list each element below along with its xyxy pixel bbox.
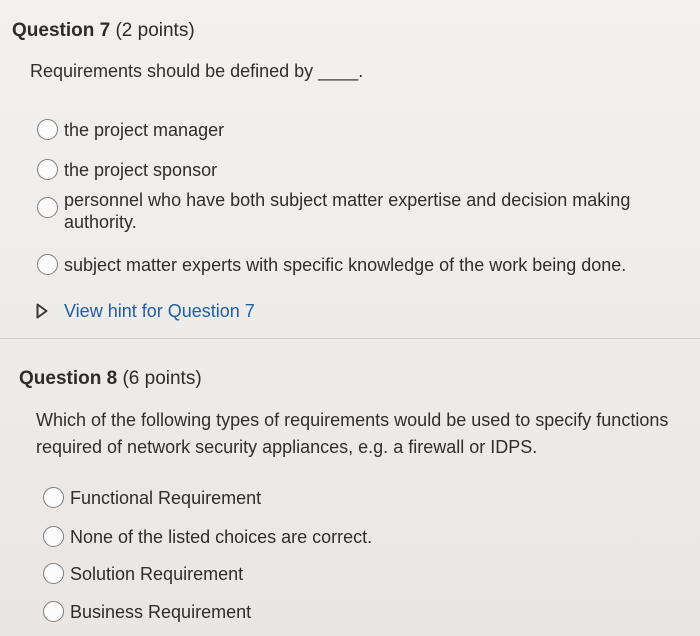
question-7-number: Question 7 bbox=[12, 20, 111, 41]
radio-circle-icon[interactable] bbox=[43, 487, 64, 508]
q8-option-4[interactable]: Business Requirement bbox=[43, 601, 251, 623]
q8-option-2[interactable]: None of the listed choices are correct. bbox=[43, 526, 372, 548]
question-8-title: Question 8 (6 points) bbox=[19, 368, 202, 390]
q7-option-4[interactable]: subject matter experts with specific kno… bbox=[37, 254, 626, 276]
q7-option-3-label: personnel who have both subject matter e… bbox=[64, 190, 631, 232]
q7-option-1[interactable]: the project manager bbox=[37, 119, 224, 141]
radio-circle-icon[interactable] bbox=[43, 563, 64, 584]
question-7-prompt: Requirements should be defined by ____. bbox=[30, 61, 364, 81]
q8-option-4-label: Business Requirement bbox=[70, 602, 252, 622]
q8-option-1[interactable]: Functional Requirement bbox=[43, 487, 261, 509]
radio-circle-icon[interactable] bbox=[37, 119, 58, 140]
question-8-prompt: Which of the following types of requirem… bbox=[36, 410, 669, 457]
radio-circle-icon[interactable] bbox=[43, 526, 64, 547]
q8-option-3[interactable]: Solution Requirement bbox=[43, 563, 243, 585]
question-8-number: Question 8 bbox=[19, 368, 118, 389]
radio-circle-icon[interactable] bbox=[37, 159, 58, 180]
q8-option-1-label: Functional Requirement bbox=[70, 488, 262, 508]
question-7-title: Question 7 (2 points) bbox=[12, 20, 195, 42]
play-triangle-outline-icon[interactable] bbox=[36, 303, 48, 319]
question-8-points: (6 points) bbox=[117, 368, 202, 389]
radio-circle-icon[interactable] bbox=[37, 197, 58, 218]
q8-option-3-label: Solution Requirement bbox=[70, 564, 244, 584]
q7-option-3[interactable]: personnel who have both subject matter e… bbox=[37, 189, 667, 233]
q7-option-4-label: subject matter experts with specific kno… bbox=[64, 255, 627, 275]
q7-option-1-label: the project manager bbox=[64, 120, 225, 140]
view-hint-question-7[interactable]: View hint for Question 7 bbox=[36, 300, 255, 322]
radio-circle-icon[interactable] bbox=[37, 254, 58, 275]
question-7-points: (2 points) bbox=[110, 20, 195, 41]
q7-option-2-label: the project sponsor bbox=[64, 160, 218, 180]
q7-option-2[interactable]: the project sponsor bbox=[37, 159, 217, 181]
view-hint-link[interactable]: View hint for Question 7 bbox=[64, 300, 255, 322]
question-divider bbox=[0, 338, 700, 339]
q8-option-2-label: None of the listed choices are correct. bbox=[70, 527, 373, 547]
radio-circle-icon[interactable] bbox=[43, 601, 64, 622]
